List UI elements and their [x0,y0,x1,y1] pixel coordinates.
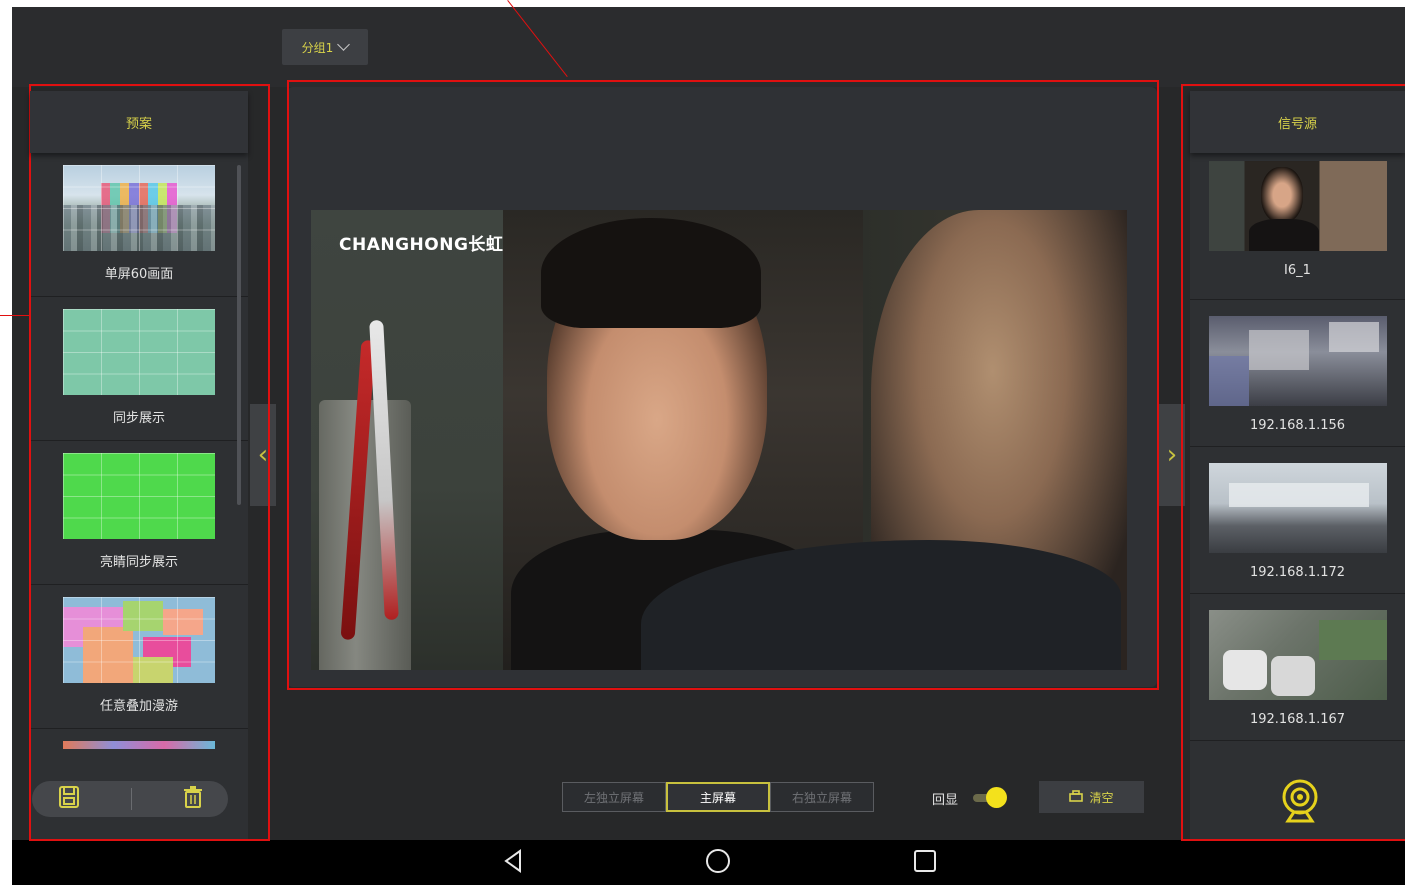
back-icon[interactable] [498,846,528,880]
echo-toggle[interactable] [986,787,1007,808]
clear-button[interactable]: 清空 [1039,781,1144,813]
tab-right-screen[interactable]: 右独立屏幕 [770,782,874,812]
top-bar: 分组1 [12,7,1405,87]
tab-main-screen[interactable]: 主屏幕 [666,782,770,812]
annotation-box-signal [1181,84,1405,841]
chevron-down-icon [337,38,351,51]
annotation-box-preview [287,80,1159,690]
annotation-leader-left [0,315,29,316]
signal-panel-title: 信号源 [1190,91,1405,153]
screen-tabs: 左独立屏幕 主屏幕 右独立屏幕 [562,782,874,812]
system-nav-bar [12,840,1405,885]
echo-label: 回显 [932,793,959,808]
group-dropdown[interactable]: 分组1 [282,29,368,65]
eraser-icon [1069,789,1084,805]
chevron-right-icon: › [1166,440,1178,470]
clear-button-label: 清空 [1089,790,1114,805]
home-icon[interactable] [703,846,733,880]
tab-left-screen[interactable]: 左独立屏幕 [562,782,666,812]
recents-icon[interactable] [910,846,940,880]
preset-panel-title: 预案 [30,91,248,153]
annotation-box-preset [29,84,270,841]
group-dropdown-label: 分组1 [301,40,334,55]
